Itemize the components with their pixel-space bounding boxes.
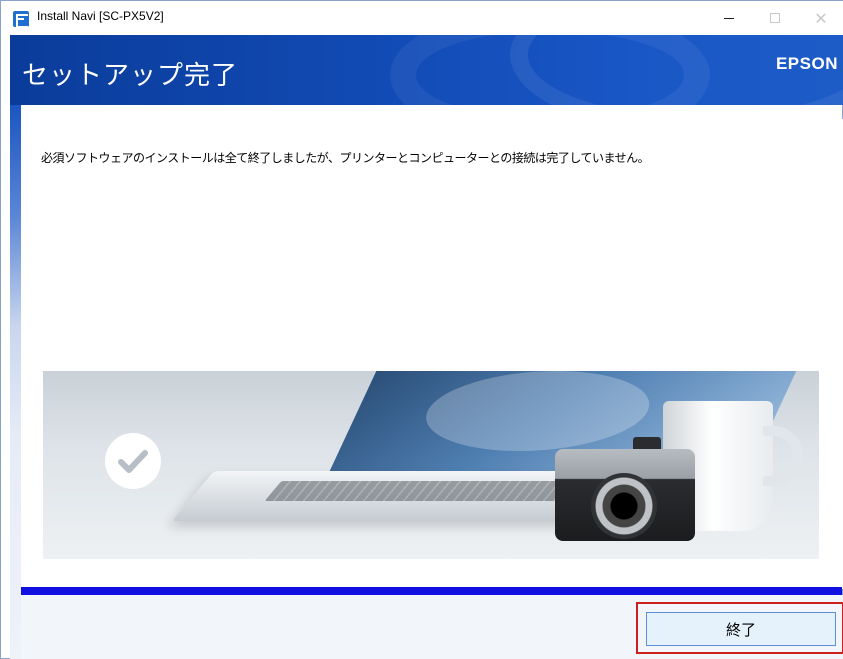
header-banner: セットアップ完了 EPSON: [10, 35, 843, 105]
status-message: 必須ソフトウェアのインストールは全て終了しましたが、プリンターとコンピューターと…: [41, 151, 650, 165]
app-icon: [13, 11, 29, 28]
progress-bar: [21, 587, 842, 595]
close-icon: ✕: [814, 8, 828, 28]
page-title: セットアップ完了: [22, 61, 239, 91]
footer-bar: 終了: [21, 595, 843, 659]
progress-fill: [21, 587, 842, 595]
check-circle-icon: [105, 433, 161, 489]
window-title: Install Navi [SC-PX5V2]: [37, 9, 164, 23]
minimize-icon: [724, 17, 734, 19]
finish-button[interactable]: 終了: [646, 612, 836, 646]
mug-handle-image: [763, 426, 803, 486]
camera-lens-image: [591, 473, 657, 539]
finish-button-highlight: 終了: [636, 602, 843, 654]
maximize-icon: [770, 13, 780, 23]
close-button[interactable]: ✕: [798, 1, 843, 35]
maximize-button[interactable]: [752, 1, 798, 35]
title-bar[interactable]: Install Navi [SC-PX5V2] ✕: [1, 1, 843, 35]
laptop-keyboard-image: [264, 481, 582, 501]
brand-logo: EPSON: [775, 54, 838, 73]
content-panel: 必須ソフトウェアのインストールは全て終了しましたが、プリンターとコンピューターと…: [21, 119, 843, 589]
side-decoration: [10, 105, 21, 659]
installer-window: Install Navi [SC-PX5V2] ✕ セットアップ完了 EPSON…: [0, 0, 843, 659]
setup-illustration: [43, 371, 819, 559]
minimize-button[interactable]: [706, 1, 752, 35]
